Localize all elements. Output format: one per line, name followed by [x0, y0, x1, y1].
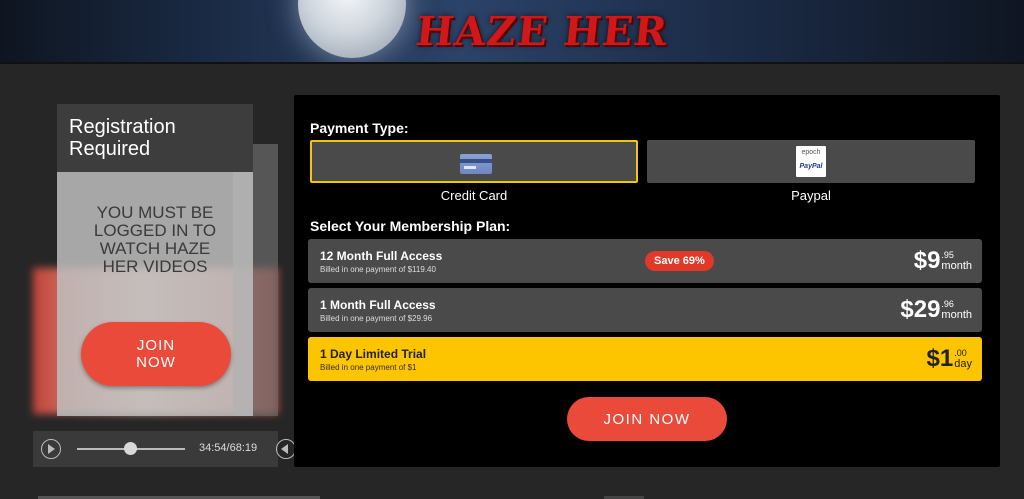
credit-card-label: Credit Card — [440, 188, 508, 203]
plan-option-12-month[interactable]: 12 Month Full Access Billed in one payme… — [308, 239, 982, 283]
plan-billing: Billed in one payment of $1 — [320, 363, 417, 372]
price-unit: month — [941, 309, 972, 321]
registration-header: Registration Required — [57, 104, 253, 172]
price-dollars: $1 — [926, 345, 954, 372]
price-dollars: $9 — [913, 247, 941, 274]
price-dollars: $29 — [900, 296, 941, 323]
volume-icon[interactable] — [276, 439, 296, 459]
price-unit: day — [954, 358, 972, 370]
site-logo[interactable]: HAZE HER — [414, 8, 671, 55]
payment-option-paypal[interactable]: epoch PayPal — [647, 140, 975, 183]
player-controls: 34:54/68:19 — [33, 431, 278, 467]
plan-billing: Billed in one payment of $29.96 — [320, 314, 433, 323]
credit-card-icon — [460, 154, 492, 174]
epoch-text: epoch — [801, 149, 821, 156]
plan-name: 1 Month Full Access — [320, 298, 436, 312]
plan-name: 12 Month Full Access — [320, 249, 443, 263]
overlay-join-button[interactable]: JOIN NOW — [81, 322, 231, 386]
savings-badge: Save 69% — [645, 251, 714, 271]
payment-panel: Payment Type: Credit Card epoch PayPal P… — [294, 95, 1000, 467]
registration-title: Registration Required — [69, 116, 176, 160]
price-unit: month — [941, 260, 972, 272]
moon-graphic — [298, 0, 406, 58]
payment-type-label: Payment Type: — [310, 120, 409, 136]
membership-plan-label: Select Your Membership Plan: — [310, 218, 511, 234]
header-banner: HAZE HER — [0, 0, 1024, 62]
epoch-paypal-icon: epoch PayPal — [796, 146, 826, 177]
overlay-join-label: JOIN NOW — [136, 337, 176, 371]
video-player: Registration Required You must be logged… — [33, 104, 278, 416]
play-icon[interactable] — [41, 439, 61, 459]
plan-option-1-month[interactable]: 1 Month Full Access Billed in one paymen… — [308, 288, 982, 332]
plan-billing: Billed in one payment of $119.40 — [320, 265, 436, 274]
plan-price: $9 .95 month — [914, 247, 972, 277]
join-now-button[interactable]: JOIN NOW — [567, 397, 727, 441]
paypal-label: Paypal — [791, 188, 831, 203]
seek-handle[interactable] — [124, 442, 137, 455]
paypal-text: PayPal — [799, 163, 823, 170]
plan-option-1-day-trial[interactable]: 1 Day Limited Trial Billed in one paymen… — [308, 337, 982, 381]
plan-name: 1 Day Limited Trial — [320, 347, 427, 361]
time-display: 34:54/68:19 — [199, 442, 258, 454]
registration-overlay: Registration Required You must be logged… — [57, 104, 253, 416]
payment-option-credit-card[interactable] — [310, 140, 638, 183]
login-required-message: You must be logged in to watch Haze Her … — [93, 203, 217, 276]
header-divider — [0, 62, 1024, 64]
plan-price: $1 .00 day — [927, 345, 972, 375]
plan-price: $29 .96 month — [900, 296, 972, 326]
